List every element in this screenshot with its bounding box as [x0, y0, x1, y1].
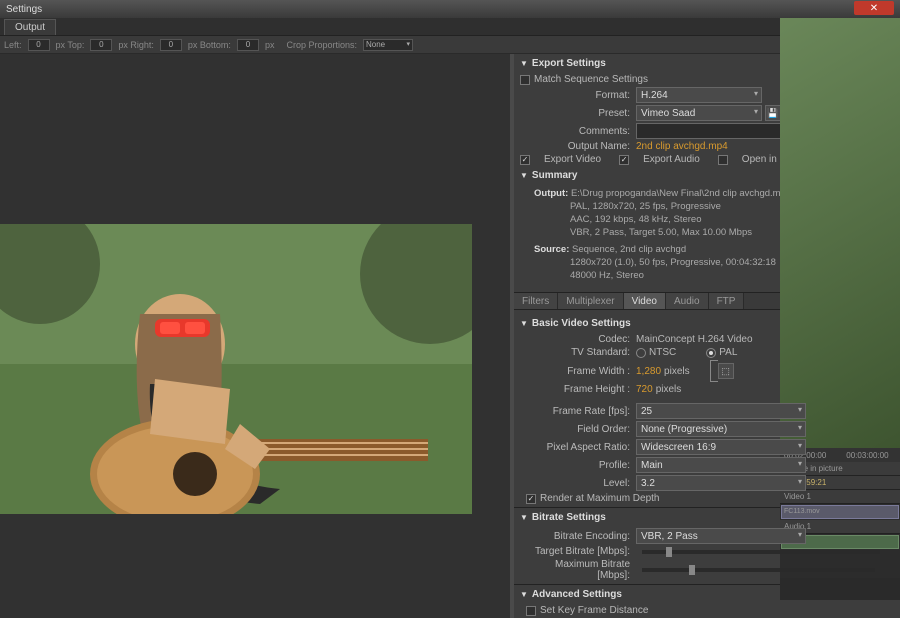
section-title: Summary [532, 170, 578, 181]
par-select[interactable]: Widescreen 16:9 [636, 439, 806, 455]
section-title: Basic Video Settings [532, 318, 631, 329]
crop-px-label: px [265, 40, 275, 50]
profile-select[interactable]: Main [636, 457, 806, 473]
max-bitrate-label: Maximum Bitrate [Mbps]: [520, 559, 630, 581]
outputname-label: Output Name: [520, 141, 630, 152]
ntsc-radio[interactable] [636, 348, 646, 358]
level-label: Level: [520, 478, 630, 489]
crop-toolbar: Left: 0 px Top: 0 px Right: 0 px Bottom:… [0, 36, 900, 54]
ramd-checkbox[interactable] [526, 494, 536, 504]
crop-right-input[interactable]: 0 [160, 39, 182, 51]
track-video1-label[interactable]: Video 1 [780, 490, 900, 504]
tv-standard-label: TV Standard: [520, 347, 630, 358]
tab-filters[interactable]: Filters [514, 293, 558, 309]
twisty-down-icon[interactable]: ▼ [520, 590, 528, 599]
twisty-down-icon[interactable]: ▼ [520, 59, 528, 68]
section-title: Advanced Settings [532, 589, 622, 600]
framerate-select[interactable]: 25 [636, 403, 806, 419]
crop-bottom-label: px Bottom: [188, 40, 231, 50]
format-select[interactable]: H.264 [636, 87, 762, 103]
bitrate-encoding-select[interactable]: VBR, 2 Pass [636, 528, 806, 544]
twisty-down-icon[interactable]: ▼ [520, 171, 528, 180]
dialog-tabbar: Output [0, 18, 900, 36]
ruler-tick: 00:03:00:00 [846, 451, 888, 460]
field-order-select[interactable]: None (Progressive) [636, 421, 806, 437]
ramd-label: Render at Maximum Depth [540, 493, 660, 504]
save-icon: 💾 [767, 108, 778, 119]
background-editor-peek: 00:02:00:00 00:03:00:00 picture in pictu… [780, 18, 900, 600]
pal-radio[interactable] [706, 348, 716, 358]
par-label: Pixel Aspect Ratio: [520, 442, 630, 453]
window-title: Settings [6, 4, 42, 15]
frame-height-label: Frame Height : [520, 384, 630, 395]
framerate-label: Frame Rate [fps]: [520, 406, 630, 417]
link-dimensions-button[interactable]: ⬚ [718, 363, 734, 379]
match-sequence-label: Match Sequence Settings [534, 74, 648, 85]
summary-output-label: Output: [534, 188, 568, 199]
output-name-link[interactable]: 2nd clip avchgd.mp4 [636, 141, 728, 152]
close-button[interactable]: ✕ [854, 1, 894, 15]
codec-label: Codec: [520, 334, 630, 345]
target-bitrate-label: Target Bitrate [Mbps]: [520, 546, 630, 557]
chain-icon: ⬚ [721, 366, 730, 377]
twisty-down-icon[interactable]: ▼ [520, 513, 528, 522]
crop-bottom-input[interactable]: 0 [237, 39, 259, 51]
fieldorder-label: Field Order: [520, 424, 630, 435]
close-icon: ✕ [870, 3, 878, 14]
tab-audio[interactable]: Audio [666, 293, 709, 309]
summary-source-label: Source: [534, 244, 569, 255]
preview-image [0, 224, 472, 514]
skf-checkbox[interactable] [526, 606, 536, 616]
bitrate-encoding-label: Bitrate Encoding: [520, 531, 630, 542]
crop-top-input[interactable]: 0 [90, 39, 112, 51]
section-title: Bitrate Settings [532, 512, 606, 523]
level-select[interactable]: 3.2 [636, 475, 806, 491]
match-sequence-checkbox[interactable] [520, 75, 530, 85]
max-bitrate-slider[interactable] [642, 568, 875, 572]
open-dc-checkbox[interactable] [718, 155, 728, 165]
tab-output[interactable]: Output [4, 19, 56, 35]
crop-left-input[interactable]: 0 [28, 39, 50, 51]
crop-proportions-select[interactable]: None [363, 39, 413, 51]
export-audio-checkbox[interactable] [619, 155, 629, 165]
export-video-checkbox[interactable] [520, 155, 530, 165]
window-titlebar: Settings ✕ [0, 0, 900, 18]
save-preset-button[interactable]: 💾 [765, 105, 781, 121]
format-label: Format: [520, 90, 630, 101]
crop-right-label: px Right: [118, 40, 154, 50]
tab-ftp[interactable]: FTP [709, 293, 745, 309]
program-monitor-image [780, 18, 900, 448]
crop-proportions-label: Crop Proportions: [286, 40, 357, 50]
source-preview-panel [0, 54, 510, 618]
codec-value: MainConcept H.264 Video [636, 334, 753, 345]
export-video-label: Export Video [544, 154, 601, 165]
crop-top-label: px Top: [56, 40, 85, 50]
frame-height-value[interactable]: 720 [636, 384, 653, 395]
export-audio-label: Export Audio [643, 154, 700, 165]
timeline-clip[interactable]: FC113.mov [781, 505, 899, 519]
profile-label: Profile: [520, 460, 630, 471]
preset-label: Preset: [520, 108, 630, 119]
tab-video[interactable]: Video [624, 293, 666, 309]
target-bitrate-slider[interactable] [642, 550, 880, 554]
section-title: Export Settings [532, 58, 606, 69]
frame-width-value[interactable]: 1,280 [636, 366, 661, 377]
frame-width-label: Frame Width : [520, 366, 630, 377]
twisty-down-icon[interactable]: ▼ [520, 319, 528, 328]
crop-left-label: Left: [4, 40, 22, 50]
tab-multiplexer[interactable]: Multiplexer [558, 293, 623, 309]
link-bracket-icon [710, 360, 718, 382]
skf-label: Set Key Frame Distance [540, 605, 648, 616]
preset-select[interactable]: Vimeo Saad [636, 105, 762, 121]
comments-label: Comments: [520, 126, 630, 137]
